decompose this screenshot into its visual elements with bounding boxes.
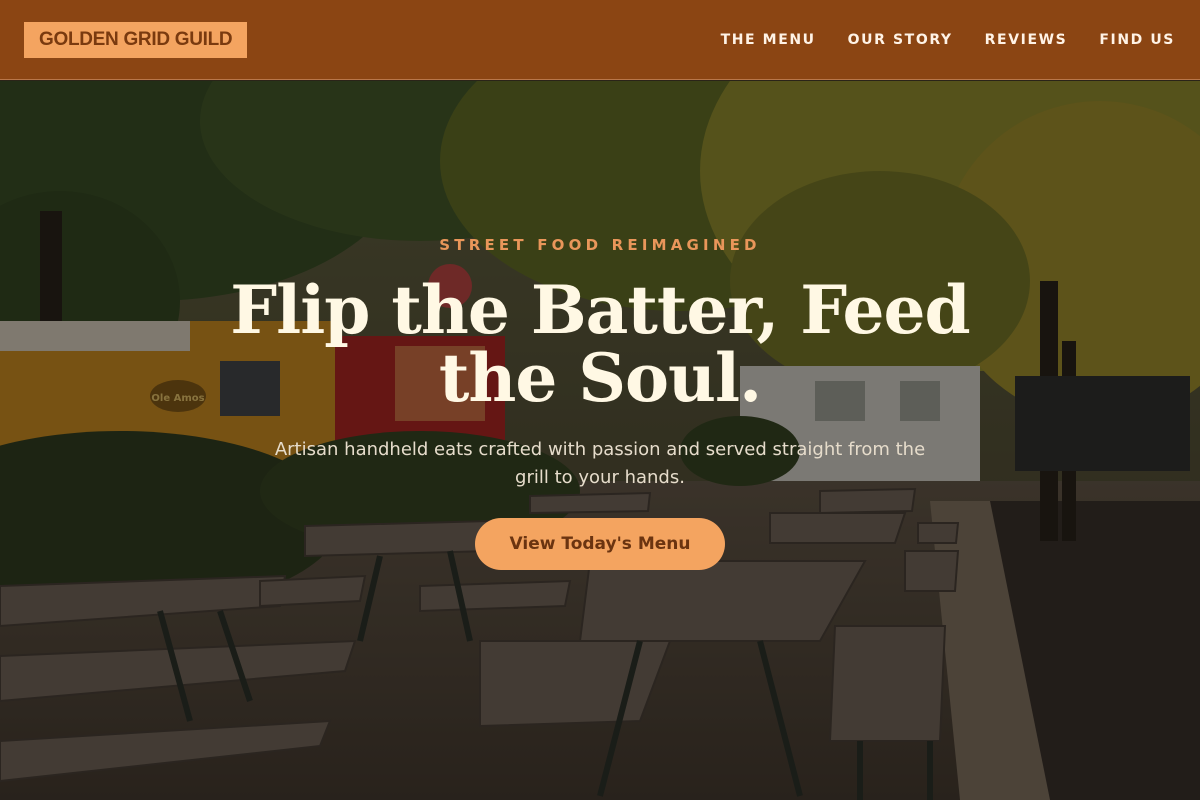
hero-eyebrow: STREET FOOD REIMAGINED bbox=[439, 236, 761, 254]
hero-subtext: Artisan handheld eats crafted with passi… bbox=[274, 439, 926, 488]
view-menu-button[interactable]: View Today's Menu bbox=[475, 518, 725, 570]
main-nav: THE MENU OUR STORY REVIEWS FIND US bbox=[721, 32, 1175, 48]
nav-link-our-story[interactable]: OUR STORY bbox=[848, 32, 953, 48]
nav-link-reviews[interactable]: REVIEWS bbox=[985, 32, 1068, 48]
nav-link-the-menu[interactable]: THE MENU bbox=[721, 32, 816, 48]
nav-link-find-us[interactable]: FIND US bbox=[1099, 32, 1175, 48]
hero-content: STREET FOOD REIMAGINED Flip the Batter, … bbox=[0, 81, 1200, 800]
hero-section: Ole Amos STREET FOOD REIMAGINED Flip the… bbox=[0, 81, 1200, 800]
site-logo[interactable]: GOLDEN GRID GUILD bbox=[24, 21, 248, 58]
hero-headline: Flip the Batter, Feed the Soul. bbox=[230, 271, 970, 417]
site-header: GOLDEN GRID GUILD THE MENU OUR STORY REV… bbox=[0, 0, 1200, 80]
